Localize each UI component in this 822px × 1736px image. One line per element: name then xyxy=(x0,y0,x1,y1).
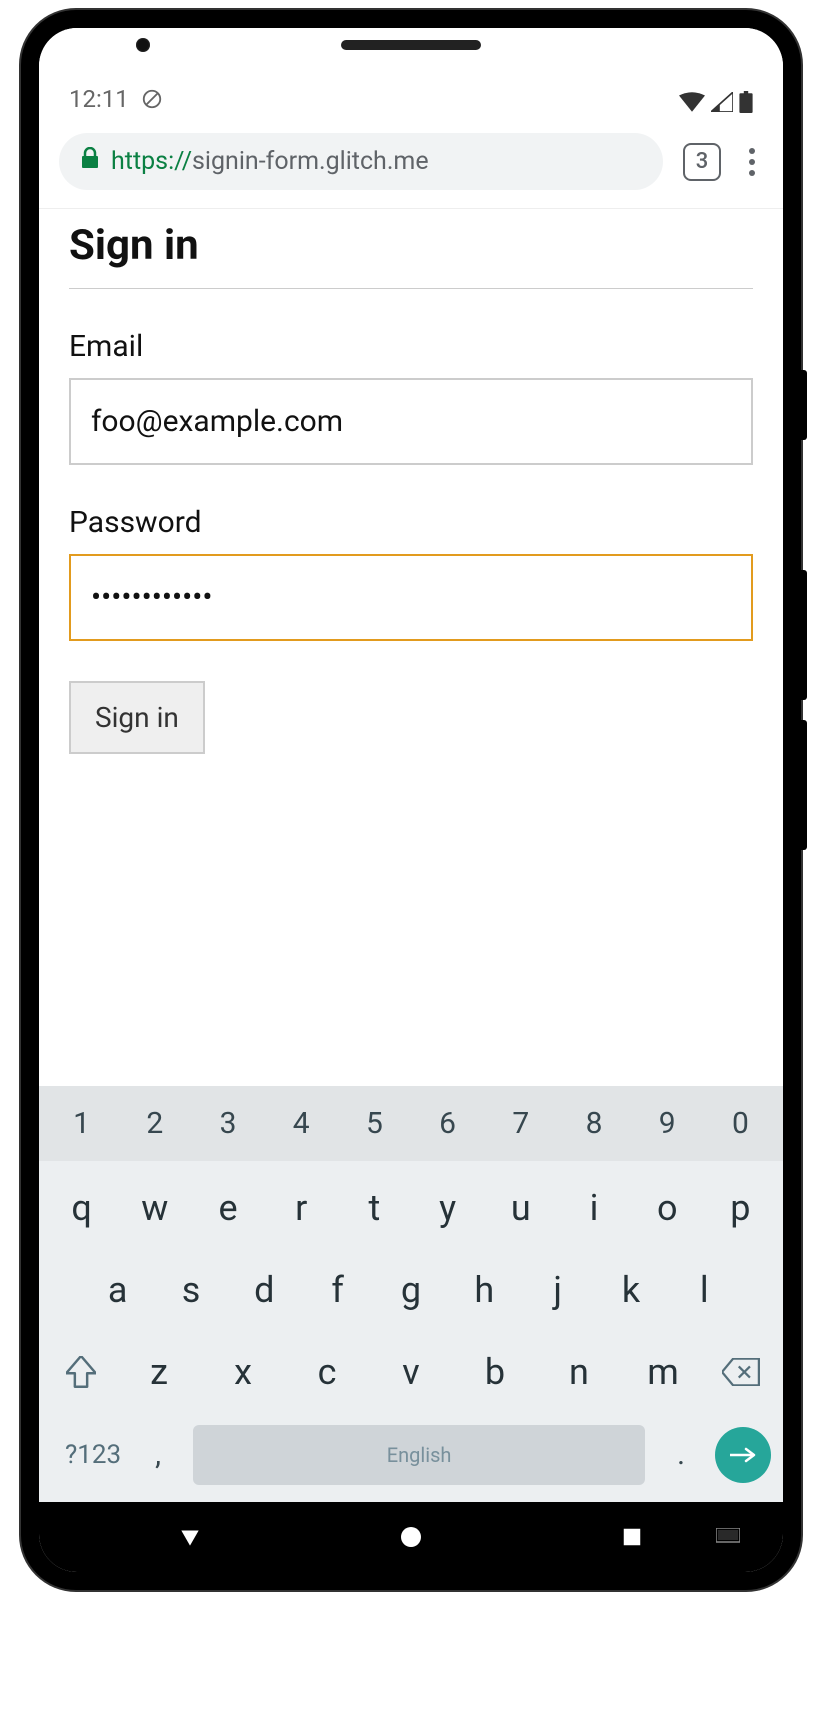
key-z[interactable]: z xyxy=(117,1337,201,1407)
password-label: Password xyxy=(69,505,753,540)
key-3[interactable]: 3 xyxy=(191,1096,264,1151)
key-p[interactable]: p xyxy=(704,1173,777,1243)
key-s[interactable]: s xyxy=(154,1255,227,1325)
key-4[interactable]: 4 xyxy=(265,1096,338,1151)
key-2[interactable]: 2 xyxy=(118,1096,191,1151)
key-n[interactable]: n xyxy=(537,1337,621,1407)
key-v[interactable]: v xyxy=(369,1337,453,1407)
soft-keyboard: 1234567890 qwertyuiop asdfghjkl zxcvbnm … xyxy=(39,1086,783,1502)
browser-toolbar: https://signin-form.glitch.me 3 xyxy=(39,123,783,209)
url-host: signin-form.glitch.me xyxy=(192,147,429,176)
tab-count-value: 3 xyxy=(696,149,709,174)
url-scheme: https:// xyxy=(111,147,192,176)
phone-camera xyxy=(136,38,150,52)
symbols-key[interactable]: ?123 xyxy=(51,1422,135,1488)
key-d[interactable]: d xyxy=(228,1255,301,1325)
nav-recent-button[interactable] xyxy=(572,1526,692,1548)
battery-icon xyxy=(739,91,753,113)
key-a[interactable]: a xyxy=(81,1255,154,1325)
page-content: Sign in Email Password Sign in xyxy=(39,209,783,1086)
email-label: Email xyxy=(69,329,753,364)
key-k[interactable]: k xyxy=(594,1255,667,1325)
phone-volume-down xyxy=(801,720,807,850)
keyboard-row-3: zxcvbnm xyxy=(45,1337,777,1407)
wifi-icon xyxy=(679,92,705,112)
phone-speaker xyxy=(341,40,481,50)
page-title: Sign in xyxy=(69,221,753,289)
sign-in-button[interactable]: Sign in xyxy=(69,681,205,754)
phone-side-button xyxy=(801,370,807,440)
status-time: 12:11 xyxy=(69,85,129,113)
phone-volume-up xyxy=(801,570,807,700)
browser-menu-button[interactable] xyxy=(741,140,763,184)
cell-signal-icon xyxy=(711,92,733,112)
key-b[interactable]: b xyxy=(453,1337,537,1407)
phone-screen: 12:11 xyxy=(39,28,783,1572)
key-u[interactable]: u xyxy=(484,1173,557,1243)
space-key[interactable]: English xyxy=(193,1425,645,1485)
key-c[interactable]: c xyxy=(285,1337,369,1407)
key-h[interactable]: h xyxy=(448,1255,521,1325)
key-5[interactable]: 5 xyxy=(338,1096,411,1151)
enter-key[interactable] xyxy=(715,1427,771,1483)
key-0[interactable]: 0 xyxy=(704,1096,777,1151)
key-1[interactable]: 1 xyxy=(45,1096,118,1151)
key-w[interactable]: w xyxy=(118,1173,191,1243)
key-x[interactable]: x xyxy=(201,1337,285,1407)
key-e[interactable]: e xyxy=(191,1173,264,1243)
key-j[interactable]: j xyxy=(521,1255,594,1325)
shift-key[interactable] xyxy=(45,1337,117,1407)
key-t[interactable]: t xyxy=(338,1173,411,1243)
key-m[interactable]: m xyxy=(621,1337,705,1407)
tab-switcher-button[interactable]: 3 xyxy=(683,143,721,181)
key-i[interactable]: i xyxy=(557,1173,630,1243)
keyboard-row-2: asdfghjkl xyxy=(45,1255,777,1325)
key-o[interactable]: o xyxy=(631,1173,704,1243)
lock-icon xyxy=(81,147,99,176)
key-l[interactable]: l xyxy=(668,1255,741,1325)
key-y[interactable]: y xyxy=(411,1173,484,1243)
keyboard-row-1: qwertyuiop xyxy=(45,1173,777,1243)
backspace-key[interactable] xyxy=(705,1337,777,1407)
key-8[interactable]: 8 xyxy=(557,1096,630,1151)
period-key[interactable]: . xyxy=(657,1419,705,1490)
key-7[interactable]: 7 xyxy=(484,1096,557,1151)
key-6[interactable]: 6 xyxy=(411,1096,484,1151)
key-f[interactable]: f xyxy=(301,1255,374,1325)
key-9[interactable]: 9 xyxy=(631,1096,704,1151)
keyboard-number-row: 1234567890 xyxy=(39,1086,783,1161)
nav-home-button[interactable] xyxy=(351,1525,471,1549)
email-field[interactable] xyxy=(69,378,753,465)
android-nav-bar xyxy=(39,1502,783,1572)
key-r[interactable]: r xyxy=(265,1173,338,1243)
key-g[interactable]: g xyxy=(374,1255,447,1325)
do-not-disturb-icon xyxy=(141,88,163,110)
url-bar[interactable]: https://signin-form.glitch.me xyxy=(59,133,663,190)
key-q[interactable]: q xyxy=(45,1173,118,1243)
comma-key[interactable]: , xyxy=(135,1419,181,1490)
keyboard-bottom-row: ?123 , English . xyxy=(45,1419,777,1490)
phone-frame: 12:11 xyxy=(21,10,801,1590)
password-field[interactable] xyxy=(69,554,753,641)
nav-keyboard-switch-button[interactable] xyxy=(703,1528,753,1546)
nav-back-button[interactable] xyxy=(130,1524,250,1550)
